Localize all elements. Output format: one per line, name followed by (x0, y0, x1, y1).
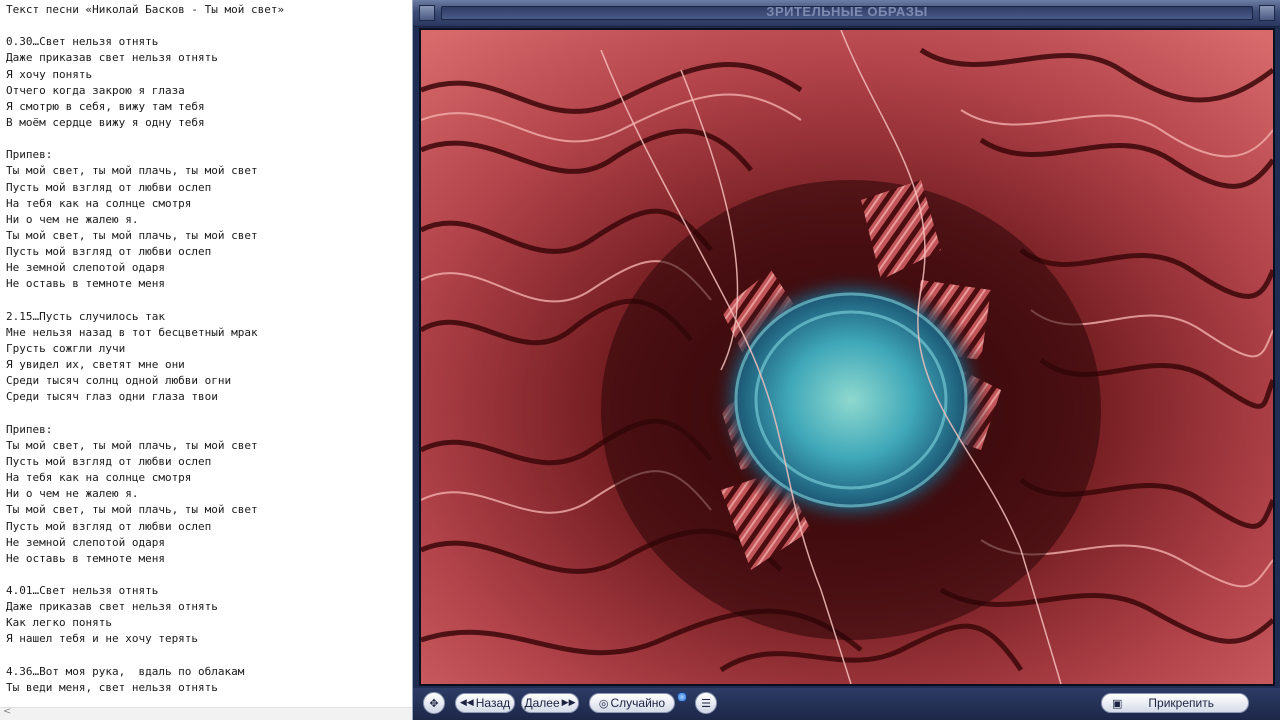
back-button[interactable]: ◀◀ Назад (455, 693, 515, 713)
scroll-left-arrow-icon[interactable]: < (3, 706, 11, 717)
rewind-icon: ◀◀ (459, 697, 474, 708)
lyrics-line: Пусть мой взгляд от любви ослеп (6, 519, 212, 533)
pin-window-icon: ▣ (1112, 696, 1123, 710)
next-button-label: Далее (524, 696, 560, 710)
lyrics-line: Я смотрю в себя, вижу там тебя (6, 99, 205, 113)
shuffle-icon: ◎ (598, 696, 609, 710)
next-button[interactable]: Далее ▶▶ (521, 693, 579, 713)
lyrics-line (6, 18, 412, 34)
lyrics-line: Ни о чем не жалею я. (6, 212, 139, 226)
random-button-label: Случайно (610, 696, 666, 710)
pin-button-label: Прикрепить (1148, 696, 1214, 710)
lyrics-line (6, 406, 412, 422)
player-title-bar[interactable]: ЗРИТЕЛЬНЫЕ ОБРАЗЫ (413, 0, 1280, 27)
lyrics-line: Ты мой свет, ты мой плачь, ты мой свет (6, 228, 258, 242)
window-title: ЗРИТЕЛЬНЫЕ ОБРАЗЫ (766, 4, 928, 19)
lyrics-line (6, 131, 412, 147)
player-controls-bar: ✥ ◀◀ Назад Далее ▶▶ ◎ Случайно ☰ ▣ Прикр… (413, 688, 1280, 720)
lyrics-line: Я нашел тебя и не хочу терять (6, 632, 199, 646)
lyrics-line: Ты мой свет, ты мой плачь, ты мой свет (6, 503, 258, 517)
lyrics-line: Мне нельзя назад в тот бесцветный мрак (6, 325, 258, 339)
lyrics-line: Ты веди меня, свет нельзя отнять (6, 680, 218, 694)
lyrics-line (6, 648, 412, 664)
back-button-label: Назад (475, 696, 511, 710)
lyrics-line: Ни о чем не жалею я. (6, 487, 139, 501)
lyrics-line (6, 293, 412, 309)
lyrics-line: Даже приказав свет нельзя отнять (6, 600, 218, 614)
menu-list-icon[interactable]: ☰ (695, 692, 717, 714)
lyrics-line: Текст песни «Николай Басков - Ты мой све… (6, 3, 285, 16)
visualization-area[interactable] (419, 28, 1275, 686)
lyrics-line: Среди тысяч глаз одни глаза твои (6, 390, 218, 404)
lyrics-line: Я увидел их, светят мне они (6, 358, 185, 372)
lyrics-line: 4.01…Свет нельзя отнять (6, 584, 159, 598)
title-bar-close-icon[interactable] (1259, 5, 1275, 21)
lyrics-text-pane[interactable]: Текст песни «Николай Басков - Ты мой све… (0, 0, 412, 720)
lyrics-line: 2.15…Пусть случилось так (6, 309, 165, 323)
lyrics-line: Пусть мой взгляд от любви ослеп (6, 245, 212, 259)
lyrics-line: Отчего когда закрою я глаза (6, 83, 185, 97)
visualization-image (421, 30, 1273, 684)
lyrics-line: Ты мой свет, ты мой плачь, ты мой свет (6, 438, 258, 452)
lyrics-line: Не земной слепотой одаря (6, 261, 165, 275)
lyrics-line: Среди тысяч солнц одной любви огни (6, 374, 232, 388)
lyrics-line: Не оставь в темноте меня (6, 277, 165, 291)
media-player-window: ЗРИТЕЛЬНЫЕ ОБРАЗЫ ✥ ◀◀ Назад Далее ▶▶ ◎ … (412, 0, 1280, 720)
lyrics-line: Пусть мой взгляд от любви ослеп (6, 180, 212, 194)
fast-forward-icon: ▶▶ (561, 697, 576, 708)
pin-button[interactable]: ▣ Прикрепить (1101, 693, 1249, 713)
lyrics-line: 0.30…Свет нельзя отнять (6, 35, 159, 49)
lyrics-line: Грусть сожгли лучи (6, 341, 126, 355)
lyrics-line: На тебя как на солнце смотря (6, 196, 192, 210)
horizontal-scrollbar[interactable]: < (0, 706, 412, 720)
lyrics-line: 4.36…Вот моя рука, вдаль по облакам (6, 664, 245, 678)
lyrics-line: Пусть мой взгляд от любви ослеп (6, 454, 212, 468)
lyrics-line: Ты мой свет, ты мой плачь, ты мой свет (6, 164, 258, 178)
lyrics-line (6, 567, 412, 583)
lyrics-line: Не земной слепотой одаря (6, 535, 165, 549)
lyrics-text[interactable]: Текст песни «Николай Басков - Ты мой све… (6, 2, 412, 696)
lyrics-line: В моём сердце вижу я одну тебя (6, 115, 205, 129)
lyrics-line: На тебя как на солнце смотря (6, 471, 192, 485)
lyrics-line: Я хочу понять (6, 67, 93, 81)
move-crosshair-icon[interactable]: ✥ (423, 692, 445, 714)
lyrics-line: Не оставь в темноте меня (6, 551, 165, 565)
lyrics-line: Даже приказав свет нельзя отнять (6, 51, 218, 65)
random-button[interactable]: ◎ Случайно (589, 693, 675, 713)
random-indicator-icon (677, 692, 687, 702)
lyrics-line: Припев: (6, 422, 53, 436)
lyrics-line: Припев: (6, 148, 53, 162)
lyrics-line: Как легко понять (6, 616, 112, 630)
